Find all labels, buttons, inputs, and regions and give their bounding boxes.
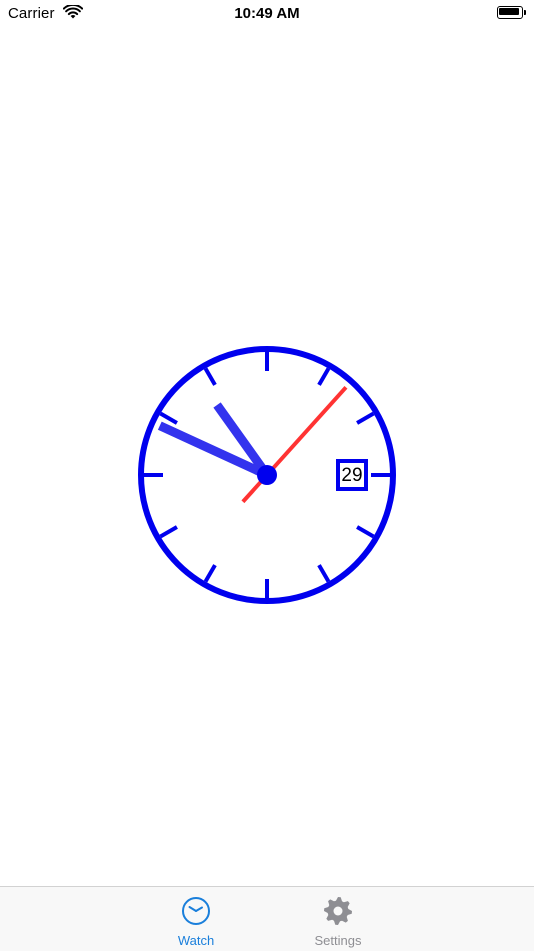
hour-tick	[317, 564, 331, 583]
tab-bar: Watch Settings	[0, 886, 534, 951]
hour-tick	[317, 367, 331, 386]
battery-icon	[497, 6, 526, 19]
hour-tick	[356, 525, 375, 539]
hour-tick	[203, 367, 217, 386]
tab-settings[interactable]: Settings	[293, 887, 383, 951]
status-bar: Carrier 10:49 AM	[0, 0, 534, 30]
hour-tick	[159, 411, 178, 425]
center-pin	[257, 465, 277, 485]
gear-icon	[323, 896, 353, 926]
hour-tick	[159, 525, 178, 539]
tab-watch-label: Watch	[177, 933, 215, 948]
second-hand	[241, 385, 348, 504]
hour-tick	[356, 411, 375, 425]
tab-watch[interactable]: Watch	[151, 887, 241, 951]
hour-tick	[203, 564, 217, 583]
tab-settings-label: Settings	[314, 933, 362, 948]
date-label: 29	[341, 464, 363, 486]
analog-clock: 29	[137, 345, 397, 605]
clock-icon	[181, 896, 211, 926]
status-time: 10:49 AM	[234, 5, 300, 22]
date-window: 29	[336, 459, 368, 491]
